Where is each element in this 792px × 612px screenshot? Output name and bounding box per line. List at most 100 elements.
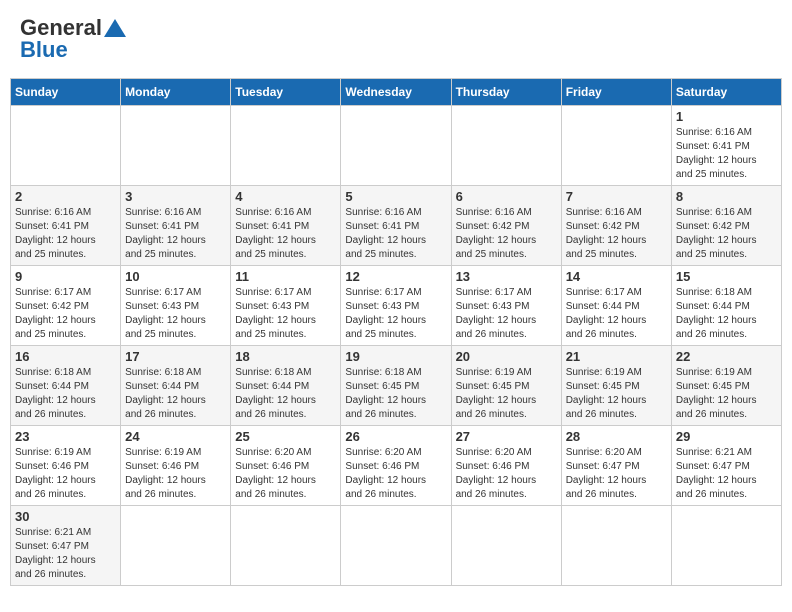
week-row-1: 2 Sunrise: 6:16 AMSunset: 6:41 PMDaylight… xyxy=(11,186,782,266)
logo: General Blue xyxy=(20,15,126,63)
day-cell xyxy=(231,506,341,586)
day-number: 12 xyxy=(345,269,446,284)
day-cell: 26 Sunrise: 6:20 AMSunset: 6:46 PMDayligh… xyxy=(341,426,451,506)
day-cell: 3 Sunrise: 6:16 AMSunset: 6:41 PMDaylight… xyxy=(121,186,231,266)
day-info: Sunrise: 6:17 AMSunset: 6:44 PMDaylight:… xyxy=(566,286,667,342)
day-cell: 7 Sunrise: 6:16 AMSunset: 6:42 PMDaylight… xyxy=(561,186,671,266)
day-cell: 13 Sunrise: 6:17 AMSunset: 6:43 PMDayligh… xyxy=(451,266,561,346)
day-cell xyxy=(671,506,781,586)
day-info: Sunrise: 6:19 AMSunset: 6:46 PMDaylight:… xyxy=(125,446,226,502)
calendar-table: SundayMondayTuesdayWednesdayThursdayFrid… xyxy=(10,78,782,586)
day-number: 24 xyxy=(125,429,226,444)
day-cell xyxy=(11,106,121,186)
day-number: 3 xyxy=(125,189,226,204)
day-cell xyxy=(121,106,231,186)
day-cell: 20Sunrise: 6:19 AMSunset: 6:45 PMDayligh… xyxy=(451,346,561,426)
day-cell: 5 Sunrise: 6:16 AMSunset: 6:41 PMDaylight… xyxy=(341,186,451,266)
day-number: 17 xyxy=(125,349,226,364)
day-info: Sunrise: 6:20 AMSunset: 6:46 PMDaylight:… xyxy=(235,446,336,502)
day-cell: 24 Sunrise: 6:19 AMSunset: 6:46 PMDayligh… xyxy=(121,426,231,506)
day-info: Sunrise: 6:17 AMSunset: 6:42 PMDaylight:… xyxy=(15,286,116,342)
day-info: Sunrise: 6:19 AMSunset: 6:45 PMDaylight:… xyxy=(566,366,667,422)
day-number: 25 xyxy=(235,429,336,444)
day-cell: 4Sunrise: 6:16 AMSunset: 6:41 PMDaylight… xyxy=(231,186,341,266)
day-info: Sunrise: 6:19 AMSunset: 6:45 PMDaylight:… xyxy=(456,366,557,422)
day-cell: 29 Sunrise: 6:21 AMSunset: 6:47 PMDayligh… xyxy=(671,426,781,506)
day-cell: 25 Sunrise: 6:20 AMSunset: 6:46 PMDayligh… xyxy=(231,426,341,506)
header-cell-thursday: Thursday xyxy=(451,79,561,106)
day-info: Sunrise: 6:17 AMSunset: 6:43 PMDaylight:… xyxy=(345,286,446,342)
day-cell: 17 Sunrise: 6:18 AMSunset: 6:44 PMDayligh… xyxy=(121,346,231,426)
day-cell: 16Sunrise: 6:18 AMSunset: 6:44 PMDayligh… xyxy=(11,346,121,426)
day-cell: 14 Sunrise: 6:17 AMSunset: 6:44 PMDayligh… xyxy=(561,266,671,346)
calendar-header: SundayMondayTuesdayWednesdayThursdayFrid… xyxy=(11,79,782,106)
week-row-2: 9Sunrise: 6:17 AMSunset: 6:42 PMDaylight… xyxy=(11,266,782,346)
day-info: Sunrise: 6:16 AMSunset: 6:42 PMDaylight:… xyxy=(676,206,777,262)
day-cell xyxy=(561,106,671,186)
day-number: 29 xyxy=(676,429,777,444)
day-number: 26 xyxy=(345,429,446,444)
week-row-0: 1Sunrise: 6:16 AMSunset: 6:41 PMDaylight… xyxy=(11,106,782,186)
day-number: 4 xyxy=(235,189,336,204)
day-info: Sunrise: 6:21 AMSunset: 6:47 PMDaylight:… xyxy=(676,446,777,502)
day-cell: 12 Sunrise: 6:17 AMSunset: 6:43 PMDayligh… xyxy=(341,266,451,346)
page-header: General Blue xyxy=(10,10,782,68)
day-cell xyxy=(451,106,561,186)
day-number: 22 xyxy=(676,349,777,364)
header-cell-friday: Friday xyxy=(561,79,671,106)
day-cell xyxy=(231,106,341,186)
day-info: Sunrise: 6:16 AMSunset: 6:42 PMDaylight:… xyxy=(566,206,667,262)
day-number: 27 xyxy=(456,429,557,444)
day-cell: 9Sunrise: 6:17 AMSunset: 6:42 PMDaylight… xyxy=(11,266,121,346)
day-cell: 19Sunrise: 6:18 AMSunset: 6:45 PMDayligh… xyxy=(341,346,451,426)
day-info: Sunrise: 6:18 AMSunset: 6:44 PMDaylight:… xyxy=(125,366,226,422)
day-number: 15 xyxy=(676,269,777,284)
day-info: Sunrise: 6:20 AMSunset: 6:47 PMDaylight:… xyxy=(566,446,667,502)
day-info: Sunrise: 6:17 AMSunset: 6:43 PMDaylight:… xyxy=(456,286,557,342)
day-cell: 18Sunrise: 6:18 AMSunset: 6:44 PMDayligh… xyxy=(231,346,341,426)
day-info: Sunrise: 6:16 AMSunset: 6:41 PMDaylight:… xyxy=(15,206,116,262)
day-number: 16 xyxy=(15,349,116,364)
day-cell: 10Sunrise: 6:17 AMSunset: 6:43 PMDayligh… xyxy=(121,266,231,346)
header-cell-tuesday: Tuesday xyxy=(231,79,341,106)
day-cell: 15Sunrise: 6:18 AMSunset: 6:44 PMDayligh… xyxy=(671,266,781,346)
day-info: Sunrise: 6:16 AMSunset: 6:41 PMDaylight:… xyxy=(125,206,226,262)
day-number: 5 xyxy=(345,189,446,204)
day-cell: 2 Sunrise: 6:16 AMSunset: 6:41 PMDaylight… xyxy=(11,186,121,266)
day-info: Sunrise: 6:16 AMSunset: 6:41 PMDaylight:… xyxy=(345,206,446,262)
day-cell: 21 Sunrise: 6:19 AMSunset: 6:45 PMDayligh… xyxy=(561,346,671,426)
day-cell: 27 Sunrise: 6:20 AMSunset: 6:46 PMDayligh… xyxy=(451,426,561,506)
day-cell: 28 Sunrise: 6:20 AMSunset: 6:47 PMDayligh… xyxy=(561,426,671,506)
day-cell xyxy=(451,506,561,586)
day-cell xyxy=(341,106,451,186)
day-cell: 6Sunrise: 6:16 AMSunset: 6:42 PMDaylight… xyxy=(451,186,561,266)
day-info: Sunrise: 6:19 AMSunset: 6:45 PMDaylight:… xyxy=(676,366,777,422)
day-cell: 23 Sunrise: 6:19 AMSunset: 6:46 PMDayligh… xyxy=(11,426,121,506)
day-cell: 30Sunrise: 6:21 AMSunset: 6:47 PMDayligh… xyxy=(11,506,121,586)
day-number: 18 xyxy=(235,349,336,364)
day-number: 2 xyxy=(15,189,116,204)
day-number: 10 xyxy=(125,269,226,284)
day-number: 6 xyxy=(456,189,557,204)
day-info: Sunrise: 6:19 AMSunset: 6:46 PMDaylight:… xyxy=(15,446,116,502)
day-cell: 11Sunrise: 6:17 AMSunset: 6:43 PMDayligh… xyxy=(231,266,341,346)
day-cell: 8 Sunrise: 6:16 AMSunset: 6:42 PMDaylight… xyxy=(671,186,781,266)
day-number: 19 xyxy=(345,349,446,364)
header-cell-wednesday: Wednesday xyxy=(341,79,451,106)
day-cell xyxy=(561,506,671,586)
day-info: Sunrise: 6:20 AMSunset: 6:46 PMDaylight:… xyxy=(345,446,446,502)
week-row-5: 30Sunrise: 6:21 AMSunset: 6:47 PMDayligh… xyxy=(11,506,782,586)
header-cell-sunday: Sunday xyxy=(11,79,121,106)
day-number: 28 xyxy=(566,429,667,444)
day-number: 21 xyxy=(566,349,667,364)
header-cell-monday: Monday xyxy=(121,79,231,106)
day-cell: 22 Sunrise: 6:19 AMSunset: 6:45 PMDayligh… xyxy=(671,346,781,426)
day-number: 11 xyxy=(235,269,336,284)
day-cell xyxy=(121,506,231,586)
day-number: 23 xyxy=(15,429,116,444)
day-number: 8 xyxy=(676,189,777,204)
day-info: Sunrise: 6:20 AMSunset: 6:46 PMDaylight:… xyxy=(456,446,557,502)
day-number: 14 xyxy=(566,269,667,284)
day-number: 7 xyxy=(566,189,667,204)
day-number: 13 xyxy=(456,269,557,284)
